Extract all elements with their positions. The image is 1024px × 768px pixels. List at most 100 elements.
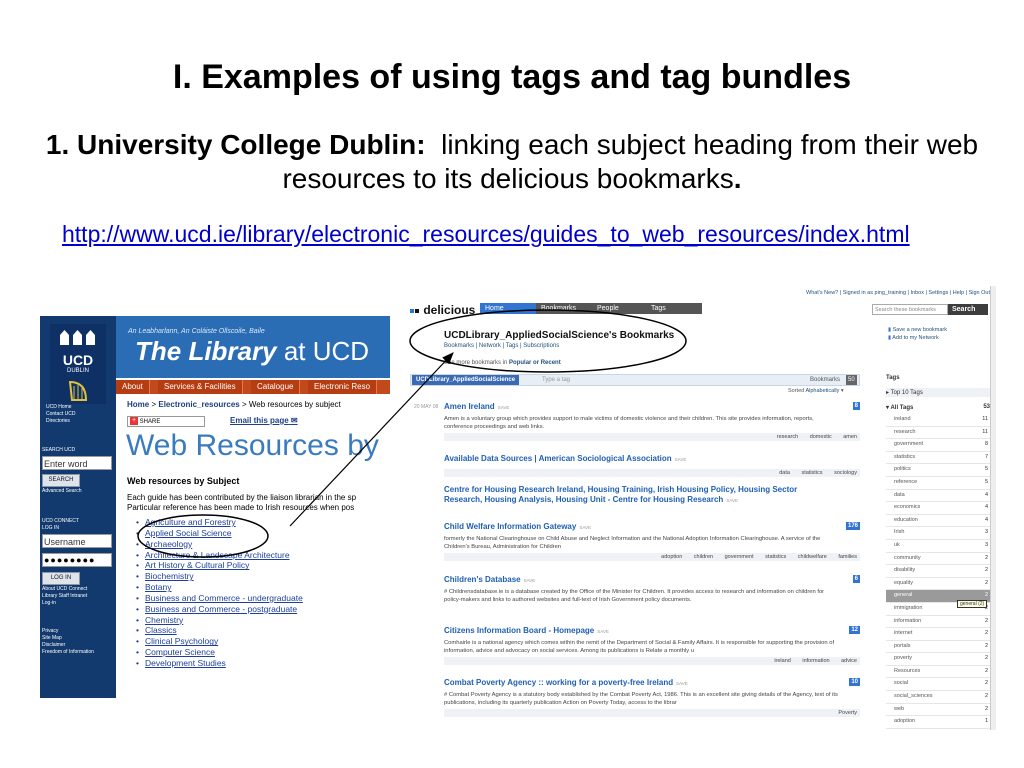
tag-list-item[interactable]: adoption 1 — [886, 716, 990, 729]
tag-list-item[interactable]: ireland 11 — [886, 414, 990, 427]
subject-link[interactable]: Computer Science — [136, 647, 303, 658]
ucd-share-button[interactable]: + SHARE — [127, 416, 205, 427]
save-link[interactable]: SAVE — [498, 405, 510, 410]
save-link[interactable]: SAVE — [597, 629, 609, 634]
ucd-email-page-link[interactable]: Email this page ✉ — [230, 416, 298, 425]
ucd-login-link[interactable]: Log-in — [42, 600, 114, 607]
tag-list-item[interactable]: politics 5 — [886, 464, 990, 477]
bookmark-tags[interactable]: adoption children government statistics … — [444, 553, 860, 561]
delicious-search-input[interactable]: Search these bookmarks — [872, 304, 948, 315]
tag-list-item[interactable]: research 11 — [886, 427, 990, 440]
tag-list-item[interactable]: data 4 — [886, 490, 990, 503]
ucd-nav-services[interactable]: Services & Facilities — [158, 380, 243, 394]
delicious-logo[interactable]: delicious — [410, 303, 475, 317]
ucd-password-field[interactable]: ●●●●●●●● — [42, 553, 112, 567]
subject-link[interactable]: Agriculture and Forestry — [136, 517, 303, 528]
bookmark-title-link[interactable]: Available Data Sources | American Sociol… — [444, 454, 672, 463]
save-link[interactable]: SAVE — [524, 578, 536, 583]
ucd-advanced-search-link[interactable]: Advanced Search — [42, 488, 81, 495]
tag-list-item[interactable]: uk 3 — [886, 540, 990, 553]
bookmark-title-link[interactable]: Amen Ireland — [444, 402, 495, 411]
bookmark-title-link[interactable]: Centre for Housing Research Ireland, Hou… — [444, 485, 797, 504]
subject-link[interactable]: Applied Social Science — [136, 528, 303, 539]
ucd-side-link[interactable]: Directories — [46, 418, 112, 425]
subject-link[interactable]: Art History & Cultural Policy — [136, 560, 303, 571]
add-network-link[interactable]: ▮ Add to my Network — [888, 334, 947, 342]
top-10-tags-toggle[interactable]: ▸ Top 10 Tags — [886, 388, 990, 397]
save-bookmark-link[interactable]: ▮ Save a new bookmark — [888, 326, 947, 334]
ucd-nav-catalogue[interactable]: Catalogue — [251, 380, 301, 394]
subject-link[interactable]: Archaeology — [136, 539, 303, 550]
tag-list-item[interactable]: social_sciences 2 — [886, 691, 990, 704]
subject-link[interactable]: Clinical Psychology — [136, 636, 303, 647]
tag-list-item[interactable]: portals 2 — [886, 641, 990, 654]
bookmark-title-link[interactable]: Child Welfare Information Gateway — [444, 522, 576, 531]
ucd-login-link[interactable]: Library Staff Intranet — [42, 593, 114, 600]
delicious-top-links[interactable]: What's New? | Signed in as ping_training… — [806, 290, 990, 296]
scrollbar[interactable] — [990, 286, 996, 730]
tab-tags[interactable]: Tags — [646, 303, 702, 314]
tag-list-item[interactable]: government 8 — [886, 439, 990, 452]
resource-url-link[interactable]: http://www.ucd.ie/library/electronic_res… — [62, 218, 1024, 250]
tag-list-item[interactable]: internet 2 — [886, 628, 990, 641]
bookmarks-subnav[interactable]: Bookmarks | Network | Tags | Subscriptio… — [444, 343, 559, 349]
bookmark-tags[interactable]: data statistics sociology — [444, 469, 860, 477]
save-link[interactable]: SAVE — [579, 525, 591, 530]
breadcrumb-home[interactable]: Home — [127, 400, 149, 409]
tab-bookmarks[interactable]: Bookmarks — [536, 303, 592, 314]
subject-link[interactable]: Business and Commerce - undergraduate — [136, 593, 303, 604]
save-count-badge[interactable]: 12 — [849, 626, 860, 634]
bookmark-title-link[interactable]: Combat Poverty Agency :: working for a p… — [444, 678, 673, 687]
ucd-nav-about[interactable]: About — [116, 380, 150, 394]
bookmark-tags[interactable]: research domestic amen — [444, 433, 860, 441]
ucd-search-input[interactable]: Enter word — [42, 456, 112, 470]
save-link[interactable]: SAVE — [676, 681, 688, 686]
tag-list-item[interactable]: reference 5 — [886, 477, 990, 490]
tag-list-item[interactable]: equality 2 — [886, 578, 990, 591]
save-link[interactable]: SAVE — [675, 457, 687, 462]
bookmark-title-link[interactable]: Children's Database — [444, 575, 521, 584]
breadcrumb-electronic[interactable]: Electronic_resources — [158, 400, 239, 409]
tag-list-item[interactable]: economics 4 — [886, 502, 990, 515]
ucd-footer-link[interactable]: Privacy — [42, 628, 114, 635]
tag-list-item[interactable]: Resources 2 — [886, 666, 990, 679]
subject-link[interactable]: Development Studies — [136, 658, 303, 669]
tag-list-item[interactable]: social 2 — [886, 678, 990, 692]
save-count-badge[interactable]: 6 — [852, 575, 860, 583]
all-tags-toggle[interactable]: ▾ All Tags 53 — [886, 404, 990, 411]
save-count-badge[interactable]: 10 — [849, 678, 860, 686]
tag-list-item[interactable]: community 2 — [886, 553, 990, 566]
subject-link[interactable]: Classics — [136, 625, 303, 636]
tag-list-item[interactable]: disability 2 — [886, 565, 990, 578]
ucd-login-button[interactable]: LOG IN — [42, 572, 80, 585]
delicious-search-button[interactable]: Search — [948, 304, 988, 315]
sort-control[interactable]: Sorted Alphabetically ▾ — [788, 388, 844, 394]
subject-link[interactable]: Botany — [136, 582, 303, 593]
bookmark-title-link[interactable]: Citizens Information Board - Homepage — [444, 626, 594, 635]
ucd-footer-link[interactable]: Freedom of Information — [42, 649, 114, 656]
tab-people[interactable]: People — [592, 303, 646, 314]
ucd-username-field[interactable]: Username — [42, 534, 112, 548]
tab-home[interactable]: Home — [480, 303, 536, 314]
tag-list-item[interactable]: poverty 2 — [886, 653, 990, 666]
tag-list-item[interactable]: Irish 3 — [886, 527, 990, 540]
see-more-links[interactable]: Popular or Recent — [509, 360, 561, 366]
ucd-footer-link[interactable]: Site Map — [42, 635, 114, 642]
ucd-side-link[interactable]: Contact UCD — [46, 411, 112, 418]
tag-list-item[interactable]: advice1 — [886, 729, 990, 730]
tag-list-item[interactable]: web 2 — [886, 704, 990, 717]
tag-list-item[interactable]: information 2 — [886, 616, 990, 629]
subject-link[interactable]: Architecture & Landscape Architecture — [136, 550, 303, 561]
ucd-login-link[interactable]: About UCD Connect — [42, 586, 114, 593]
tag-list-item[interactable]: statistics 7 — [886, 452, 990, 465]
sorted-value[interactable]: Alphabetically — [805, 388, 839, 394]
bookmark-tags[interactable]: ireland information advice — [444, 657, 860, 665]
ucd-side-link[interactable]: UCD Home — [46, 404, 112, 411]
save-link[interactable]: SAVE — [726, 498, 738, 503]
ucd-logo[interactable]: UCD DUBLIN — [50, 324, 106, 404]
ucd-footer-link[interactable]: Disclaimer — [42, 642, 114, 649]
tag-list-item[interactable]: education 4 — [886, 515, 990, 528]
save-count-badge[interactable]: 8 — [852, 402, 860, 410]
bookmark-tags[interactable]: Poverty — [444, 709, 860, 717]
ucd-nav-electronic[interactable]: Electronic Reso — [308, 380, 378, 394]
